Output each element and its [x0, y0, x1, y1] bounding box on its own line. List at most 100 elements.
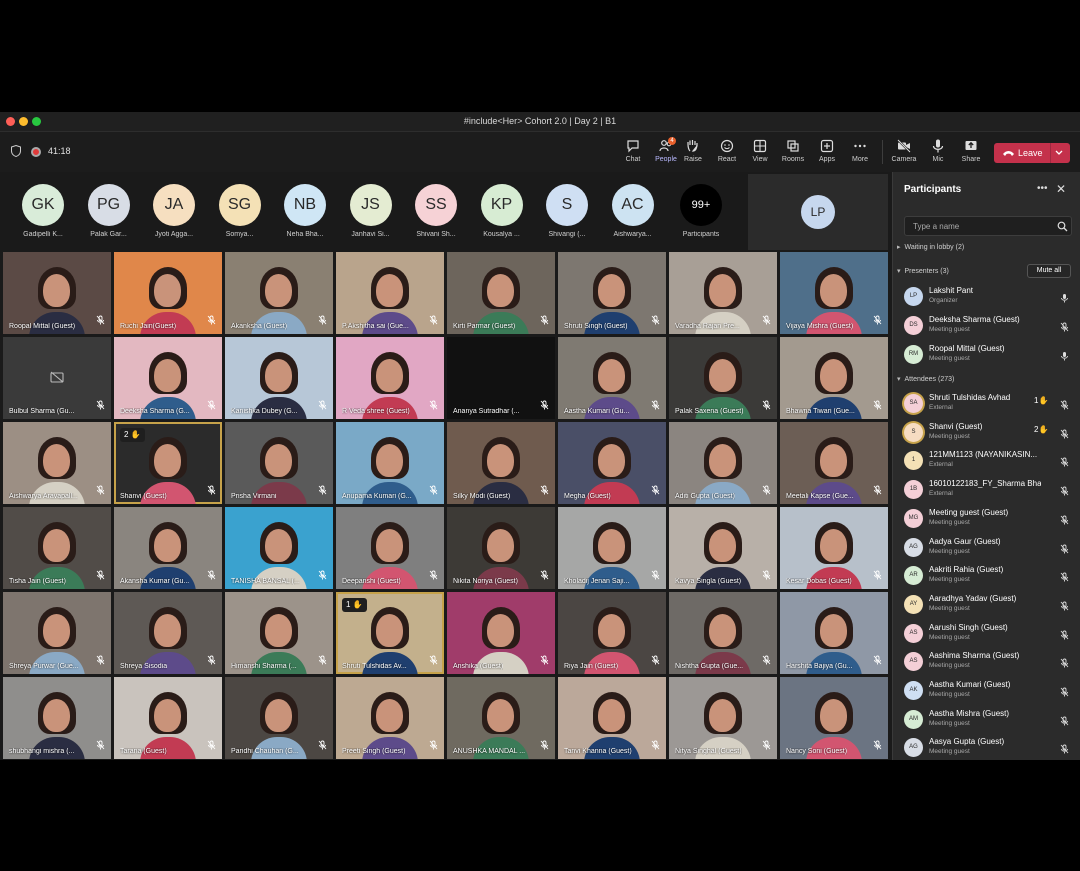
participant-list-item[interactable]: AS Aashima Sharma (Guest) Meeting guest [904, 648, 1074, 674]
toolbar-rooms-button[interactable]: Rooms [776, 138, 810, 170]
participant-video-tile[interactable]: Himanshi Sharma (... [225, 592, 333, 674]
participant-list-item[interactable]: 1B 16010122183_FY_Sharma Bhav... External [904, 476, 1074, 502]
close-icon[interactable]: ✕ [1056, 182, 1066, 196]
participant-video-tile[interactable]: Nikita Noriya (Guest) [447, 507, 555, 589]
participant-list-item[interactable]: MG Meeting guest (Guest) Meeting guest [904, 505, 1074, 531]
participant-mic-status[interactable] [1060, 512, 1069, 530]
participant-mic-status[interactable] [1060, 397, 1069, 415]
participant-list-item[interactable]: S Shanvi (Guest) Meeting guest 2✋ [904, 419, 1074, 445]
presenters-section[interactable]: ▾ Presenters (3) [897, 267, 949, 275]
participant-video-tile[interactable]: Akanksha (Guest) [225, 252, 333, 334]
strip-avatar[interactable]: SG Somya... [209, 184, 271, 244]
strip-avatar[interactable]: JA Jyoti Agga... [143, 184, 205, 244]
participant-mic-status[interactable] [1060, 319, 1069, 337]
strip-avatar[interactable]: NB Neha Bha... [274, 184, 336, 244]
participant-video-tile[interactable]: 2 ✋ Shanvi (Guest) [114, 422, 222, 504]
participant-video-tile[interactable]: Roopal Mittal (Guest) [3, 252, 111, 334]
participant-video-tile[interactable]: ANUSHKA MANDAL ... [447, 677, 555, 759]
participant-mic-status[interactable] [1060, 290, 1069, 308]
participant-video-tile[interactable]: Kirti Parmar (Guest) [447, 252, 555, 334]
participant-video-tile[interactable]: R Veda shree (Guest) [336, 337, 444, 419]
participant-list-item[interactable]: DS Deeksha Sharma (Guest) Meeting guest [904, 312, 1074, 338]
participant-video-tile[interactable]: Aditi Gupta (Guest) [669, 422, 777, 504]
strip-avatar[interactable]: PG Palak Gar... [78, 184, 140, 244]
toolbar-chat-button[interactable]: Chat [616, 138, 650, 170]
participant-video-tile[interactable]: Preeti Singh (Guest) [336, 677, 444, 759]
strip-avatar[interactable]: JS Janhavi Si... [340, 184, 402, 244]
participant-list-item[interactable]: AR Aakriti Rahia (Guest) Meeting guest [904, 562, 1074, 588]
toolbar-mic-button[interactable]: Mic [921, 138, 955, 170]
participant-list-item[interactable]: AK Aastha Kumari (Guest) Meeting guest [904, 677, 1074, 703]
participant-mic-status[interactable] [1060, 541, 1069, 559]
participant-mic-status[interactable] [1060, 684, 1069, 702]
participant-video-tile[interactable]: Riya Jain (Guest) [558, 592, 666, 674]
participant-video-tile[interactable]: Shreya Purwar (Gue... [3, 592, 111, 674]
lobby-section[interactable]: ▸ Waiting in lobby (2) [897, 243, 964, 251]
participant-mic-status[interactable] [1060, 713, 1069, 731]
participant-list-item[interactable]: SA Shruti Tulshidas Avhad External 1✋ [904, 390, 1074, 416]
participant-video-tile[interactable]: Kanishka Dubey (G... [225, 337, 333, 419]
toolbar-react-button[interactable]: React [710, 138, 744, 170]
participant-video-tile[interactable]: Kavya Singla (Guest) [669, 507, 777, 589]
participant-video-tile[interactable]: Nancy Soni (Guest) [780, 677, 888, 759]
strip-avatar[interactable]: S Shivangi (... [536, 184, 598, 244]
participant-video-tile[interactable]: Aastha Kumari (Gu... [558, 337, 666, 419]
participant-list-item[interactable]: 1 121MM1123 (NAYANIKASIN... External [904, 447, 1074, 473]
more-participants-button[interactable]: 99+ Participants [670, 184, 732, 244]
participant-video-tile[interactable]: Kesar Dobas (Guest) [780, 507, 888, 589]
participant-video-tile[interactable]: Nishtha Gupta (Gue... [669, 592, 777, 674]
participant-video-tile[interactable]: Deeksha Sharma (G... [114, 337, 222, 419]
toolbar-view-button[interactable]: View [743, 138, 777, 170]
participant-video-tile[interactable]: Shreya Sisodia [114, 592, 222, 674]
strip-avatar[interactable]: AC Aishwarya... [602, 184, 664, 244]
participant-mic-status[interactable] [1060, 483, 1069, 501]
participant-mic-status[interactable] [1060, 426, 1069, 444]
participant-video-tile[interactable]: Shruti Singh (Guest) [558, 252, 666, 334]
participant-video-tile[interactable]: Nitya Singhal (Guest) [669, 677, 777, 759]
participant-search-input[interactable]: Type a name [904, 216, 1072, 236]
participant-video-tile[interactable]: Megha (Guest) [558, 422, 666, 504]
participant-mic-status[interactable] [1060, 569, 1069, 587]
participant-video-tile[interactable]: Harshita Bajiya (Gu... [780, 592, 888, 674]
participant-video-tile[interactable]: Varadha Rajan Pre... [669, 252, 777, 334]
participant-video-tile[interactable]: Bulbul Sharma (Gu... [3, 337, 111, 419]
participant-list-item[interactable]: RM Roopal Mittal (Guest) Meeting guest [904, 341, 1074, 367]
participant-video-tile[interactable]: Ananya Sutradhar (... [447, 337, 555, 419]
strip-avatar[interactable]: GK Gadipelli K... [12, 184, 74, 244]
chevron-down-icon[interactable] [1054, 148, 1064, 158]
leave-button[interactable]: Leave [994, 143, 1070, 163]
participant-mic-status[interactable] [1060, 454, 1069, 472]
participant-mic-status[interactable] [1060, 598, 1069, 616]
participant-list-item[interactable]: AG Aadya Gaur (Guest) Meeting guest [904, 534, 1074, 560]
participant-mic-status[interactable] [1060, 741, 1069, 759]
participant-video-tile[interactable]: Aishwarya Aravapall... [3, 422, 111, 504]
participant-video-tile[interactable]: Tisha Jain (Guest) [3, 507, 111, 589]
search-icon[interactable] [1057, 221, 1068, 232]
participant-video-tile[interactable]: Prisha Virmani [225, 422, 333, 504]
participant-video-tile[interactable]: P.Akshitha sai (Gue... [336, 252, 444, 334]
toolbar-apps-button[interactable]: Apps [810, 138, 844, 170]
presenter-tile[interactable]: LP [748, 174, 888, 250]
participant-video-tile[interactable]: shubhangi mishra (... [3, 677, 111, 759]
participant-mic-status[interactable] [1060, 348, 1069, 366]
participant-video-tile[interactable]: Ruchi Jain(Guest) [114, 252, 222, 334]
participant-list-item[interactable]: AY Aaradhya Yadav (Guest) Meeting guest [904, 591, 1074, 617]
participant-video-tile[interactable]: Meetali Kapse (Gue... [780, 422, 888, 504]
participant-list-item[interactable]: AM Aastha Mishra (Guest) Meeting guest [904, 706, 1074, 732]
attendees-section[interactable]: ▾ Attendees (273) [897, 375, 954, 383]
participant-video-tile[interactable]: Deepanshi (Guest) [336, 507, 444, 589]
participant-video-tile[interactable]: 1 ✋ Shruti Tulshidas Av... [336, 592, 444, 674]
toolbar-more-button[interactable]: More [843, 138, 877, 170]
participant-video-tile[interactable]: Anupama Kumari (G... [336, 422, 444, 504]
participant-video-tile[interactable]: Vijaya Mishra (Guest) [780, 252, 888, 334]
participant-video-tile[interactable]: Tanvi Khanna (Guest) [558, 677, 666, 759]
participant-list-item[interactable]: AG Aasya Gupta (Guest) Meeting guest [904, 734, 1074, 760]
participant-video-tile[interactable]: Akansha Kumar (Gu... [114, 507, 222, 589]
participant-mic-status[interactable] [1060, 655, 1069, 673]
toolbar-share-button[interactable]: Share [954, 138, 988, 170]
participant-video-tile[interactable]: TANISHA BANSAL (... [225, 507, 333, 589]
participant-list-item[interactable]: AS Aarushi Singh (Guest) Meeting guest [904, 620, 1074, 646]
participant-mic-status[interactable] [1060, 627, 1069, 645]
strip-avatar[interactable]: SS Shivani Sh... [405, 184, 467, 244]
participant-video-tile[interactable]: Silky Modi (Guest) [447, 422, 555, 504]
